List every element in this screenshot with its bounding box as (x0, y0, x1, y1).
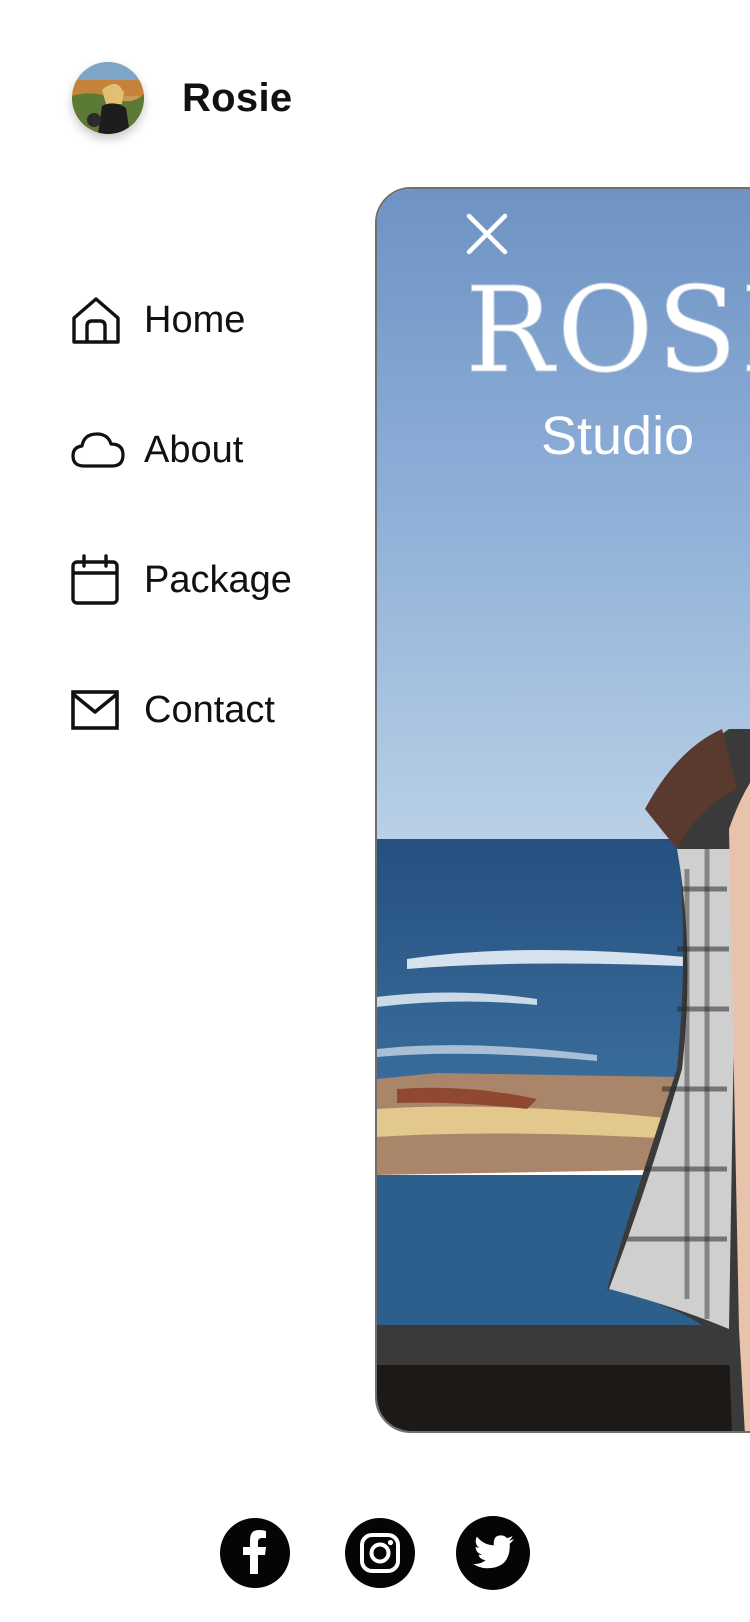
avatar[interactable] (72, 62, 144, 134)
facebook-button[interactable] (220, 1518, 290, 1588)
twitter-button[interactable] (456, 1516, 530, 1590)
instagram-button[interactable] (345, 1518, 415, 1588)
brand-title: ROSIE (464, 261, 750, 399)
nav-item-label: Home (144, 298, 246, 341)
close-icon (466, 213, 508, 255)
nav-item-about[interactable]: About (70, 420, 292, 480)
nav-item-contact[interactable]: Contact (70, 680, 292, 740)
nav-item-label: Package (144, 558, 292, 601)
instagram-icon (360, 1533, 400, 1573)
nav-item-label: About (144, 428, 244, 471)
home-icon (70, 292, 126, 348)
calendar-icon (70, 552, 126, 608)
brand-subtitle: Studio (541, 406, 695, 466)
nav-item-home[interactable]: Home (70, 290, 292, 350)
mail-icon (70, 682, 126, 738)
profile-header[interactable]: Rosie (72, 62, 292, 134)
facebook-icon (243, 1530, 266, 1574)
cloud-icon (70, 422, 126, 478)
app-screen: Rosie Home About Package Contact ROS Stu… (0, 0, 750, 1622)
nav-item-package[interactable]: Package (70, 550, 292, 610)
profile-name: Rosie (182, 75, 293, 120)
close-button[interactable] (462, 209, 512, 259)
sidebar-nav: Home About Package Contact (70, 290, 292, 810)
nav-item-label: Contact (144, 688, 275, 731)
hero-card: ROSIE Studio (375, 187, 750, 1433)
twitter-icon (473, 1535, 514, 1569)
